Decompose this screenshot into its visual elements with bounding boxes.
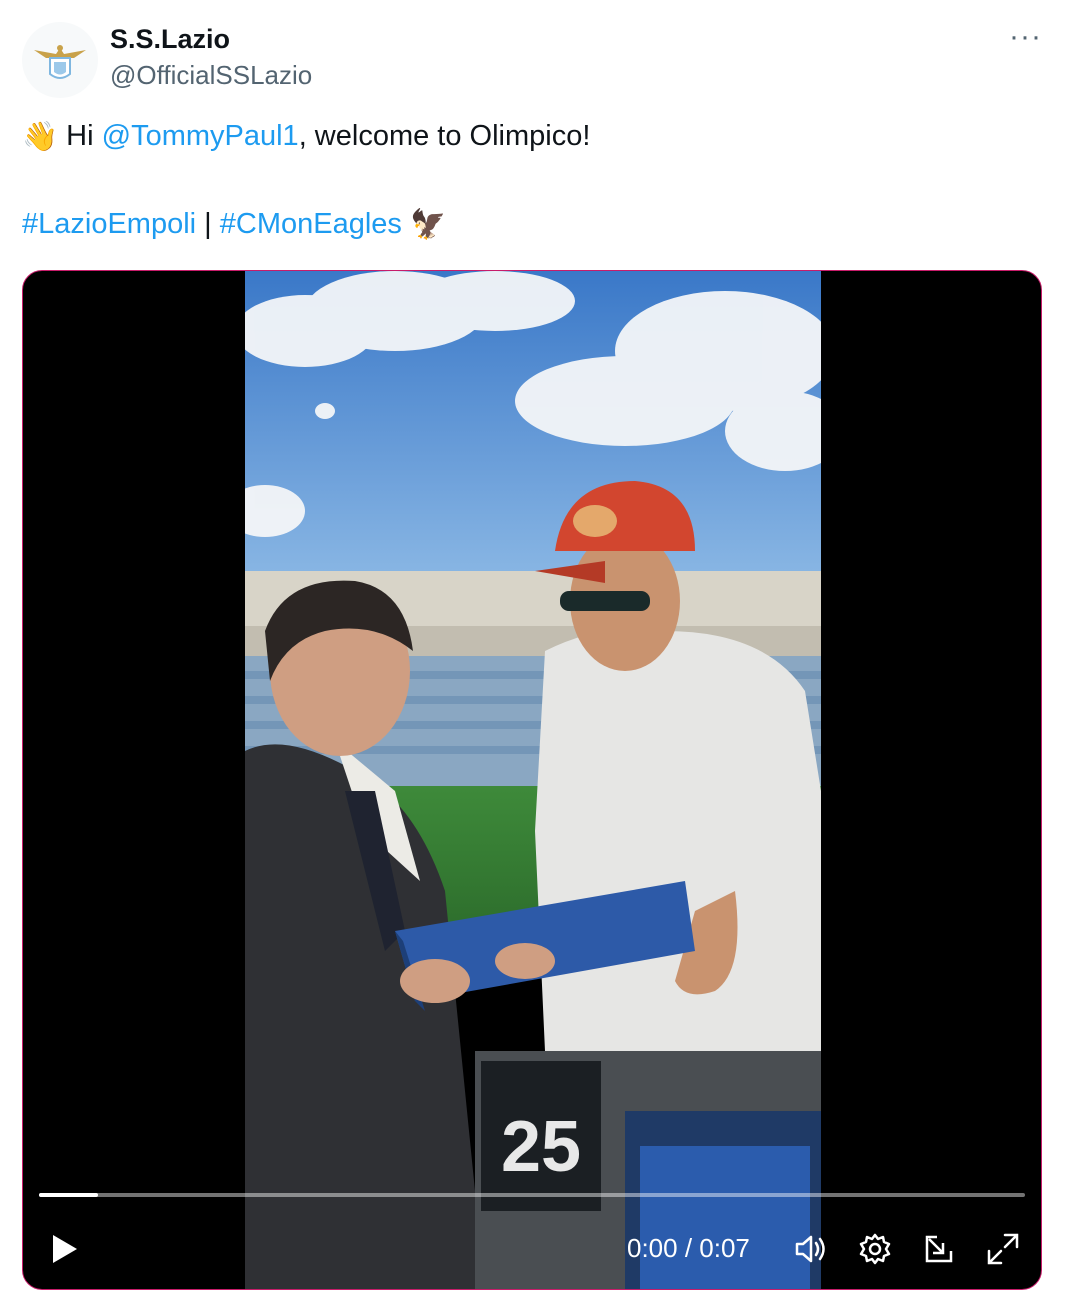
fullscreen-button[interactable] xyxy=(983,1229,1023,1269)
tweet-text-line-2: #LazioEmpoli | #CMonEagles 🦅 xyxy=(22,208,446,242)
time-separator: / xyxy=(677,1233,700,1263)
picture-in-picture-button[interactable] xyxy=(919,1229,959,1269)
hashtag-separator: | xyxy=(196,208,220,240)
video-player[interactable]: 25 0:00 / 0:07 xyxy=(22,270,1042,1290)
volume-button[interactable] xyxy=(791,1229,831,1269)
hashtag-lazioempoli-link[interactable]: #LazioEmpoli xyxy=(22,208,196,240)
duration: 0:07 xyxy=(699,1233,750,1263)
tweet-rest-text: , welcome to Olimpico! xyxy=(298,120,591,152)
settings-button[interactable] xyxy=(855,1229,895,1269)
profile-avatar[interactable] xyxy=(22,22,98,98)
gear-icon xyxy=(859,1233,891,1265)
account-handle[interactable]: @OfficialSSLazio xyxy=(110,60,312,91)
tweet-text-line-1: 👋 Hi @TommyPaul1, welcome to Olimpico! xyxy=(22,120,590,154)
progress-bar[interactable] xyxy=(39,1193,1025,1197)
play-icon xyxy=(53,1235,77,1263)
more-options-icon[interactable]: ··· xyxy=(1009,22,1042,52)
play-button[interactable] xyxy=(45,1231,81,1267)
lazio-eagle-logo-icon xyxy=(34,45,86,79)
video-timestamp: 0:00 / 0:07 xyxy=(627,1233,750,1264)
volume-icon xyxy=(795,1235,825,1263)
progress-fill xyxy=(39,1193,99,1197)
eagle-emoji: 🦅 xyxy=(409,209,447,242)
video-still-image: 25 xyxy=(245,271,821,1289)
video-frame[interactable]: 25 xyxy=(245,271,821,1289)
greeting-text: Hi xyxy=(66,120,102,152)
fullscreen-icon xyxy=(987,1233,1019,1265)
current-time: 0:00 xyxy=(627,1233,678,1263)
tweet-card: S.S.Lazio @OfficialSSLazio ··· 👋 Hi @Tom… xyxy=(0,0,1072,1308)
waving-hand-emoji: 👋 xyxy=(22,121,59,154)
account-name[interactable]: S.S.Lazio xyxy=(110,24,230,55)
hashtag-cmoneagles-link[interactable]: #CMonEagles xyxy=(220,208,402,240)
picture-in-picture-icon xyxy=(925,1235,953,1263)
mention-link[interactable]: @TommyPaul1 xyxy=(102,120,299,152)
seat-number: 25 xyxy=(501,1107,581,1187)
